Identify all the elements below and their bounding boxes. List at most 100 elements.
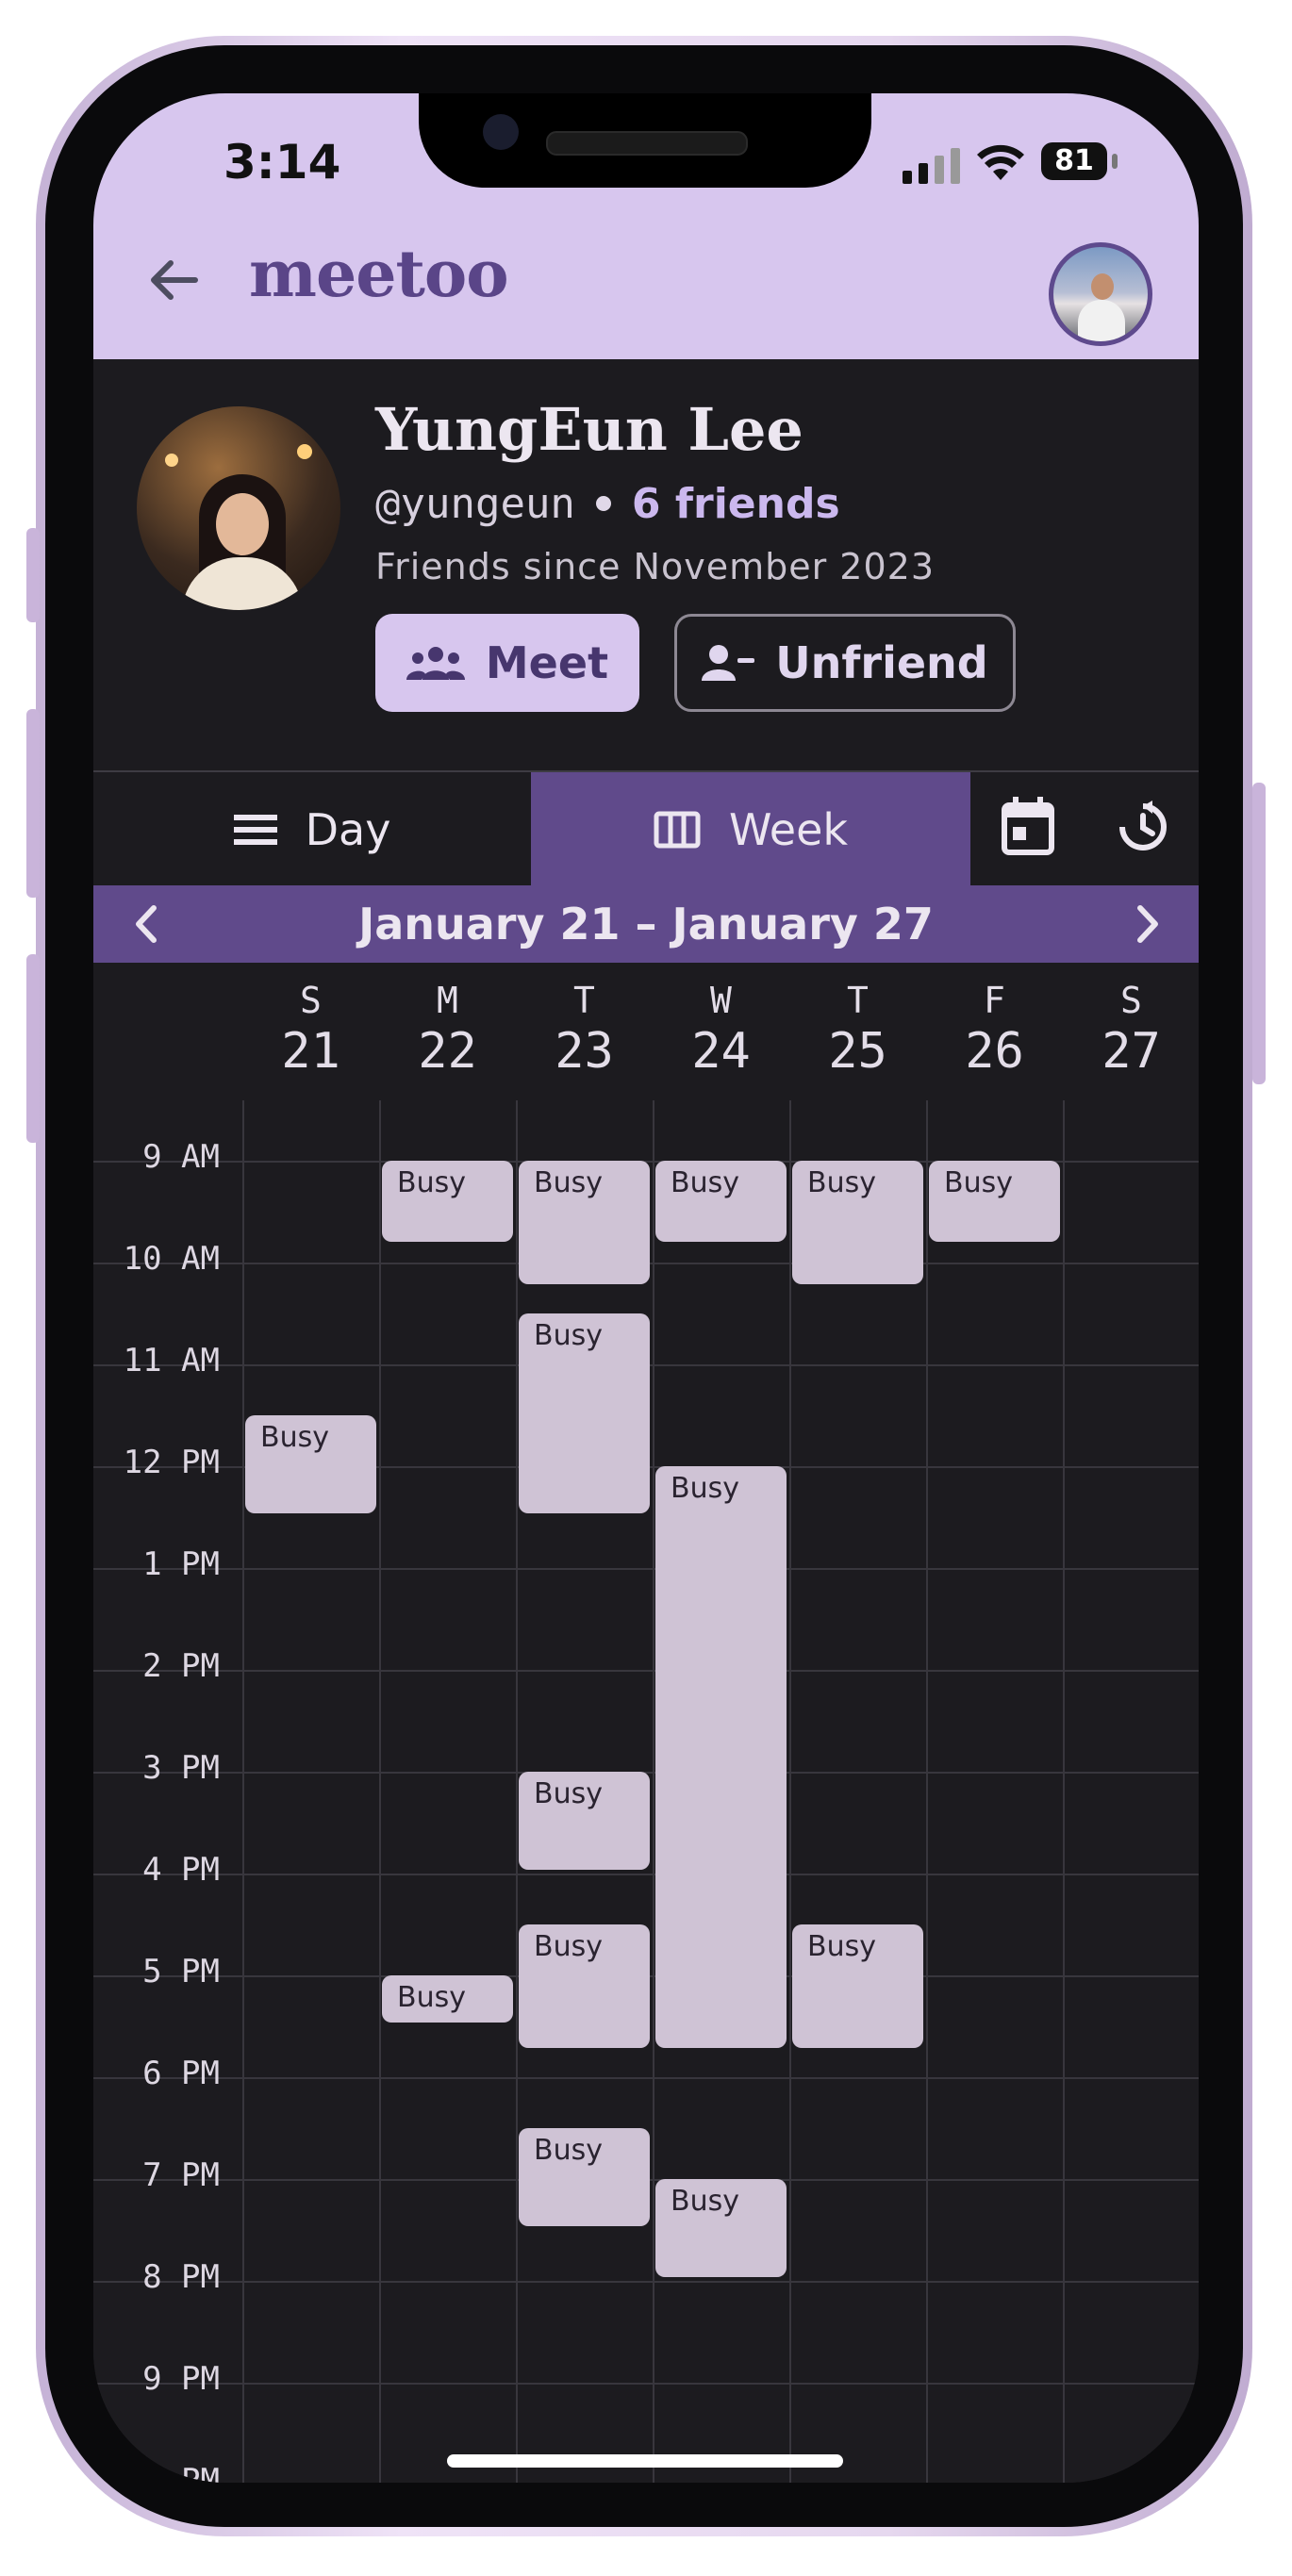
status-time: 3:14 bbox=[224, 135, 341, 190]
hour-label: 2 PM bbox=[142, 1647, 220, 1685]
busy-block[interactable]: Busy bbox=[519, 1924, 650, 2048]
week-navigator: January 21 – January 27 bbox=[93, 885, 1199, 963]
hour-label: 11 AM bbox=[123, 1342, 220, 1379]
friend-meta: @yungeun 6 friends bbox=[375, 480, 840, 528]
hour-label: 10 PM bbox=[123, 2462, 220, 2483]
wifi-icon bbox=[977, 144, 1024, 180]
speaker-grille bbox=[546, 131, 748, 156]
hour-label: 9 PM bbox=[142, 2360, 220, 2398]
busy-block[interactable]: Busy bbox=[519, 1313, 650, 1513]
day-number: 23 bbox=[555, 1023, 614, 1080]
calendar-today-icon[interactable] bbox=[1002, 797, 1054, 855]
person-remove-icon bbox=[702, 645, 755, 681]
list-icon bbox=[233, 815, 277, 845]
tab-day[interactable]: Day bbox=[93, 772, 531, 887]
hour-label: 9 AM bbox=[142, 1138, 220, 1176]
busy-block[interactable]: Busy bbox=[519, 2128, 650, 2226]
day-letter: S bbox=[300, 980, 322, 1021]
friend-name: YungEun Lee bbox=[375, 395, 803, 464]
day-number: 27 bbox=[1102, 1023, 1161, 1080]
power-button bbox=[1252, 783, 1266, 1084]
day-header-25[interactable]: T 25 bbox=[789, 980, 926, 1082]
cellular-signal-icon bbox=[903, 148, 960, 184]
day-column-divider bbox=[926, 1100, 928, 2483]
chevron-right-icon[interactable] bbox=[1136, 904, 1161, 944]
day-column-divider bbox=[653, 1100, 654, 2483]
hour-label: 7 PM bbox=[142, 2156, 220, 2194]
hour-label: 6 PM bbox=[142, 2055, 220, 2092]
week-range-title: January 21 – January 27 bbox=[358, 899, 934, 949]
meet-button[interactable]: Meet bbox=[375, 614, 639, 712]
busy-block[interactable]: Busy bbox=[655, 1161, 787, 1242]
battery-icon: 81 bbox=[1041, 142, 1107, 180]
hour-gridline bbox=[93, 2383, 1199, 2385]
view-week-icon bbox=[654, 811, 701, 849]
hour-label: 3 PM bbox=[142, 1749, 220, 1787]
day-column-divider bbox=[379, 1100, 381, 2483]
volume-down-button bbox=[26, 954, 40, 1143]
day-header-22[interactable]: M 22 bbox=[379, 980, 516, 1082]
hour-label: 8 PM bbox=[142, 2258, 220, 2296]
day-letter: M bbox=[437, 980, 458, 1021]
day-letter: W bbox=[710, 980, 732, 1021]
busy-block[interactable]: Busy bbox=[792, 1924, 923, 2048]
busy-block[interactable]: Busy bbox=[655, 1466, 787, 2048]
unfriend-label: Unfriend bbox=[775, 637, 988, 688]
separator-dot bbox=[595, 496, 611, 511]
unfriend-button[interactable]: Unfriend bbox=[674, 614, 1016, 712]
busy-block[interactable]: Busy bbox=[792, 1161, 923, 1284]
busy-block[interactable]: Busy bbox=[382, 1975, 513, 2023]
day-header-26[interactable]: F 26 bbox=[926, 980, 1063, 1082]
day-letter: T bbox=[573, 980, 595, 1021]
meet-label: Meet bbox=[485, 637, 609, 688]
app-brand: meetoo bbox=[249, 237, 509, 312]
hour-label: 10 AM bbox=[123, 1240, 220, 1278]
friend-avatar bbox=[137, 406, 340, 610]
arrow-left-icon[interactable] bbox=[146, 252, 203, 308]
day-column-divider bbox=[242, 1100, 244, 2483]
busy-block[interactable]: Busy bbox=[382, 1161, 513, 1242]
day-number: 22 bbox=[418, 1023, 477, 1080]
day-header-21[interactable]: S 21 bbox=[242, 980, 379, 1082]
busy-block[interactable]: Busy bbox=[519, 1772, 650, 1870]
day-number: 25 bbox=[828, 1023, 887, 1080]
day-header-27[interactable]: S 27 bbox=[1063, 980, 1199, 1082]
tab-week[interactable]: Week bbox=[531, 772, 970, 887]
busy-block[interactable]: Busy bbox=[655, 2179, 787, 2277]
day-letter: S bbox=[1120, 980, 1142, 1021]
hour-label: 4 PM bbox=[142, 1851, 220, 1889]
hour-gridline bbox=[93, 2077, 1199, 2079]
camera-icon bbox=[483, 114, 519, 150]
tab-week-label: Week bbox=[728, 804, 849, 855]
history-icon[interactable] bbox=[1115, 799, 1171, 855]
day-letter: F bbox=[984, 980, 1005, 1021]
hour-gridline bbox=[93, 2281, 1199, 2283]
hour-gridline bbox=[93, 1874, 1199, 1875]
week-calendar-grid: 9 AM 10 AM 11 AM 12 PM 1 PM 2 PM 3 PM 4 PM 5 PM 6… bbox=[93, 1100, 1199, 2483]
friend-handle: @yungeun bbox=[375, 480, 575, 528]
user-avatar[interactable] bbox=[1049, 242, 1152, 346]
busy-block[interactable]: Busy bbox=[929, 1161, 1060, 1242]
volume-up-button bbox=[26, 709, 40, 898]
hour-gridline bbox=[93, 1568, 1199, 1570]
day-header-row: S 21 M 22 T 23 W 24 T 25 F 26 S 27 bbox=[93, 963, 1199, 1102]
friends-since: Friends since November 2023 bbox=[375, 546, 935, 587]
hour-label: 5 PM bbox=[142, 1953, 220, 1990]
view-tabs: Day Week bbox=[93, 770, 1199, 887]
hour-label: 1 PM bbox=[142, 1545, 220, 1583]
busy-block[interactable]: Busy bbox=[245, 1415, 376, 1513]
friends-count-link[interactable]: 6 friends bbox=[632, 480, 840, 528]
day-letter: T bbox=[847, 980, 869, 1021]
group-icon bbox=[406, 647, 465, 680]
home-indicator bbox=[447, 2454, 843, 2468]
day-header-23[interactable]: T 23 bbox=[516, 980, 653, 1082]
day-column-divider bbox=[516, 1100, 518, 2483]
busy-block[interactable]: Busy bbox=[519, 1161, 650, 1284]
profile-header: YungEun Lee @yungeun 6 friends Friends si… bbox=[93, 359, 1199, 770]
day-column-divider bbox=[1063, 1100, 1065, 2483]
tab-day-label: Day bbox=[305, 804, 391, 855]
app-screen: 3:14 81 meetoo YungEun Lee @yungeun 6 fri… bbox=[93, 93, 1199, 2483]
day-column-divider bbox=[789, 1100, 791, 2483]
day-header-24[interactable]: W 24 bbox=[653, 980, 789, 1082]
hour-label: 12 PM bbox=[123, 1444, 220, 1481]
